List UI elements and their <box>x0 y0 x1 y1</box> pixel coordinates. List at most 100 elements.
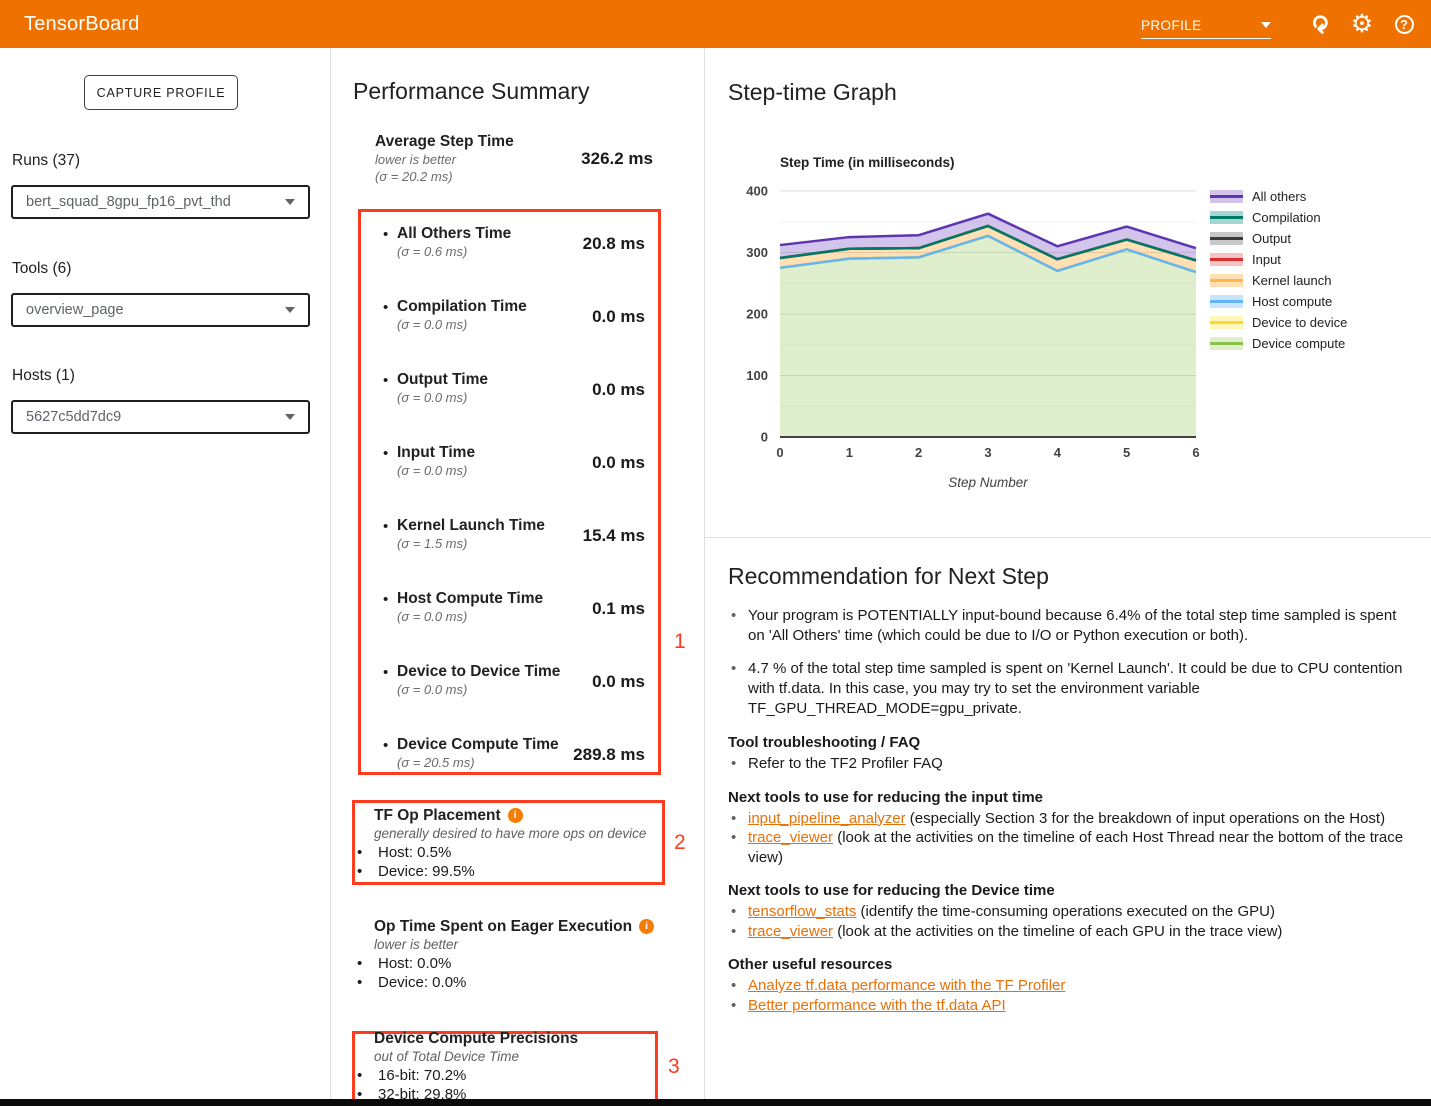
block-title: TF Op Placementi <box>374 806 665 825</box>
tensorflow-stats-link[interactable]: tensorflow_stats <box>748 903 856 920</box>
tf-op-placement-block: TF Op Placementi generally desired to ha… <box>353 806 665 881</box>
tensorboard-app: TensorBoard PROFILE ⟳ ⚙ ? CAPTURE PROFIL… <box>0 0 1431 1106</box>
annotation-label-2: 2 <box>674 831 686 855</box>
metric-value: 20.8 ms <box>583 234 645 254</box>
metric-value: 0.1 ms <box>592 599 645 619</box>
chevron-down-icon <box>285 307 295 313</box>
legend-label: All others <box>1252 189 1306 204</box>
svg-text:4: 4 <box>1054 445 1062 460</box>
list-item: Host: 0.5% <box>353 844 665 863</box>
tools-select[interactable]: overview_page <box>11 293 310 327</box>
faq-heading: Tool troubleshooting / FAQ <box>728 734 1405 751</box>
legend-label: Device compute <box>1252 336 1345 351</box>
svg-text:400: 400 <box>746 184 768 199</box>
resource-bullet: Better performance with the tf.data API <box>728 996 1405 1016</box>
annotation-label-3: 3 <box>668 1055 680 1079</box>
legend-label: Device to device <box>1252 315 1347 330</box>
legend-item: Device to device <box>1210 316 1347 329</box>
svg-text:100: 100 <box>746 368 768 383</box>
recommendation-title: Recommendation for Next Step <box>728 563 1405 590</box>
svg-text:1: 1 <box>846 445 853 460</box>
capture-profile-button[interactable]: CAPTURE PROFILE <box>84 75 238 110</box>
metric-row-device-compute: • Device Compute Time (σ = 20.5 ms) 289.… <box>353 736 645 771</box>
legend-label: Kernel launch <box>1252 273 1332 288</box>
metric-row-input: • Input Time (σ = 0.0 ms) 0.0 ms <box>353 444 645 479</box>
trace-viewer-link[interactable]: trace_viewer <box>748 923 833 940</box>
metric-row-host-compute: • Host Compute Time (σ = 0.0 ms) 0.1 ms <box>353 590 645 625</box>
recommendation-section: Recommendation for Next Step Your progra… <box>705 537 1431 1015</box>
dashboard-select-value: PROFILE <box>1141 18 1202 33</box>
device-precisions-block: Device Compute Precisions out of Total D… <box>353 1029 665 1104</box>
metric-row-device-to-device: • Device to Device Time (σ = 0.0 ms) 0.0… <box>353 663 645 698</box>
list-item: 16-bit: 70.2% <box>353 1067 665 1086</box>
better-performance-link[interactable]: Better performance with the tf.data API <box>748 997 1006 1014</box>
list-item: Device: 99.5% <box>353 863 665 882</box>
metric-value: 15.4 ms <box>583 526 645 546</box>
svg-text:2: 2 <box>915 445 922 460</box>
settings-gear-icon[interactable]: ⚙ <box>1349 11 1375 37</box>
legend-item: Host compute <box>1210 295 1347 308</box>
metric-value: 0.0 ms <box>592 672 645 692</box>
legend-item: Output <box>1210 232 1347 245</box>
list-item: Device: 0.0% <box>353 974 665 993</box>
resources-heading: Other useful resources <box>728 956 1405 973</box>
svg-text:3: 3 <box>984 445 991 460</box>
svg-text:300: 300 <box>746 245 768 260</box>
recommendation-bullet: 4.7 % of the total step time sampled is … <box>728 659 1405 719</box>
recommendation-bullet: Your program is POTENTIALLY input-bound … <box>728 606 1405 646</box>
tool-bullet: input_pipeline_analyzer (especially Sect… <box>728 809 1405 829</box>
app-bar: TensorBoard PROFILE ⟳ ⚙ ? <box>0 0 1431 48</box>
help-icon[interactable]: ? <box>1391 11 1417 37</box>
block-title: Device Compute Precisions <box>374 1029 665 1048</box>
svg-text:200: 200 <box>746 307 768 322</box>
performance-summary-title: Performance Summary <box>353 78 589 105</box>
refresh-icon[interactable]: ⟳ <box>1307 11 1333 37</box>
chevron-down-icon <box>285 199 295 205</box>
dashboard-select[interactable]: PROFILE <box>1141 18 1271 39</box>
info-icon[interactable]: i <box>639 919 654 934</box>
legend-item: Input <box>1210 253 1347 266</box>
annotation-label-1: 1 <box>674 630 686 654</box>
info-icon[interactable]: i <box>508 808 523 823</box>
metric-sigma: (σ = 20.2 ms) <box>375 168 653 185</box>
hosts-select[interactable]: 5627c5dd7dc9 <box>11 400 310 434</box>
sidebar-divider <box>330 48 331 1106</box>
legend-swatch-icon <box>1210 316 1243 329</box>
metric-row-kernel-launch: • Kernel Launch Time (σ = 1.5 ms) 15.4 m… <box>353 517 645 552</box>
window-bottom-edge <box>0 1099 1431 1106</box>
svg-text:0: 0 <box>761 430 768 445</box>
metric-value: 0.0 ms <box>592 307 645 327</box>
legend-item: Compilation <box>1210 211 1347 224</box>
analyze-tfdata-link[interactable]: Analyze tf.data performance with the TF … <box>748 977 1065 994</box>
metric-row-output: • Output Time (σ = 0.0 ms) 0.0 ms <box>353 371 645 406</box>
metric-value: 0.0 ms <box>592 380 645 400</box>
device-tools-heading: Next tools to use for reducing the Devic… <box>728 882 1405 899</box>
runs-select[interactable]: bert_squad_8gpu_fp16_pvt_thd <box>11 185 310 219</box>
legend-item: Kernel launch <box>1210 274 1347 287</box>
tool-bullet: trace_viewer (look at the activities on … <box>728 828 1405 867</box>
legend-swatch-icon <box>1210 274 1243 287</box>
input-tools-heading: Next tools to use for reducing the input… <box>728 789 1405 806</box>
app-bar-actions: PROFILE ⟳ ⚙ ? <box>1141 0 1417 48</box>
svg-text:Step Number: Step Number <box>948 475 1028 490</box>
trace-viewer-link[interactable]: trace_viewer <box>748 829 833 846</box>
input-pipeline-analyzer-link[interactable]: input_pipeline_analyzer <box>748 810 906 827</box>
tools-label: Tools (6) <box>12 260 71 278</box>
metric-value: 0.0 ms <box>592 453 645 473</box>
block-title: Op Time Spent on Eager Executioni <box>374 917 665 936</box>
legend-swatch-icon <box>1210 253 1243 266</box>
resource-bullet: Analyze tf.data performance with the TF … <box>728 976 1405 996</box>
faq-bullet: Refer to the TF2 Profiler FAQ <box>728 754 1405 774</box>
average-step-time-row: Average Step Time lower is better (σ = 2… <box>375 133 653 185</box>
legend-label: Compilation <box>1252 210 1321 225</box>
legend-label: Input <box>1252 252 1281 267</box>
chevron-down-icon <box>285 414 295 420</box>
block-subtitle: generally desired to have more ops on de… <box>374 825 665 843</box>
runs-select-value: bert_squad_8gpu_fp16_pvt_thd <box>26 194 285 210</box>
legend-swatch-icon <box>1210 211 1243 224</box>
legend-label: Output <box>1252 231 1291 246</box>
tool-bullet: trace_viewer (look at the activities on … <box>728 922 1405 942</box>
legend-swatch-icon <box>1210 295 1243 308</box>
block-subtitle: out of Total Device Time <box>374 1048 665 1066</box>
eager-execution-block: Op Time Spent on Eager Executioni lower … <box>353 917 665 992</box>
